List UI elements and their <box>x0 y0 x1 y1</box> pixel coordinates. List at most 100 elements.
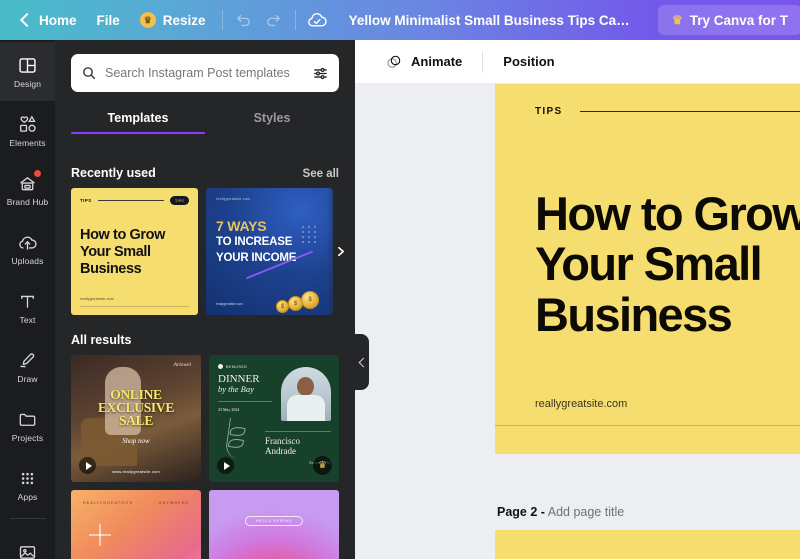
card-script-text: Shop now <box>122 437 150 445</box>
animate-circles-icon <box>387 55 401 68</box>
sidebar-item-text[interactable]: Text <box>0 278 55 337</box>
chevron-right-icon <box>337 246 344 257</box>
toolbar-divider <box>482 50 484 73</box>
position-button[interactable]: Position <box>493 47 564 77</box>
recently-used-header: Recently used See all <box>55 148 355 188</box>
sidebar-item-draw[interactable]: Draw <box>0 337 55 396</box>
template-card-7-ways-income[interactable]: reallygreatsite.com 7 WAYS TO INCREASE Y… <box>206 188 333 315</box>
sidebar-item-apps[interactable]: Apps <box>0 455 55 514</box>
sidebar-item-uploads[interactable]: Uploads <box>0 219 55 278</box>
sidebar-label-apps: Apps <box>17 491 38 502</box>
page-rule <box>580 111 800 112</box>
person-photo <box>281 367 331 421</box>
card-pill: HELLO SPRING <box>244 516 304 526</box>
search-section <box>55 40 355 92</box>
crown-glyph: ♛ <box>143 14 152 25</box>
top-bar: Home File ♛ Resize Yellow Minimalist Sma… <box>0 0 800 40</box>
page-kicker[interactable]: TIPS <box>535 106 562 117</box>
sidebar-item-overflow[interactable] <box>0 523 55 559</box>
position-label: Position <box>503 54 555 69</box>
page-1-content: TIPS How to Grow Your Small Business rea… <box>495 84 800 454</box>
design-page-2[interactable]: 01 <box>495 530 800 559</box>
page-1-header: TIPS <box>535 106 800 117</box>
notification-badge <box>34 170 41 177</box>
see-all-link[interactable]: See all <box>303 168 339 180</box>
card-line3: SALE <box>118 412 154 428</box>
tab-templates[interactable]: Templates <box>71 104 205 134</box>
sidebar-label-projects: Projects <box>11 432 44 443</box>
uploads-icon <box>19 236 37 250</box>
sidebar-item-design[interactable]: Design <box>0 42 55 101</box>
resize-button[interactable]: ♛ Resize <box>130 6 216 34</box>
card-kicker: TIPS <box>80 198 92 203</box>
page-heading[interactable]: How to Grow Your Small Business <box>535 188 800 340</box>
try-canva-pro-button[interactable]: ♛ Try Canva for T <box>657 5 800 35</box>
sidebar-label-elements: Elements <box>9 137 46 148</box>
panel-collapse-handle[interactable] <box>355 334 369 390</box>
page-2-title-placeholder[interactable]: Add page title <box>548 505 624 519</box>
recently-used-row: TIPS TIPS How to Grow Your Small Busines… <box>55 188 355 315</box>
recently-used-title: Recently used <box>71 166 156 180</box>
canva-editor-window: Home File ♛ Resize Yellow Minimalist Sma… <box>0 0 800 559</box>
card-brand-label: BEMUSED <box>226 364 248 369</box>
redo-button[interactable] <box>259 5 289 35</box>
card-top-note: reallygreatsite.com <box>216 197 251 201</box>
resize-label: Resize <box>162 12 206 28</box>
sidebar-item-projects[interactable]: Projects <box>0 396 55 455</box>
coin-decor: $ <box>301 291 319 309</box>
design-icon <box>19 57 36 73</box>
template-card-how-to-grow[interactable]: TIPS TIPS How to Grow Your Small Busines… <box>71 188 198 315</box>
coin-decor: $ <box>276 300 289 313</box>
sparkle-decor <box>89 524 111 546</box>
all-results-grid: Arlowel ONLINE EXCLUSIVE SALE Shop now w… <box>55 355 355 559</box>
sidebar-label-design: Design <box>13 78 42 89</box>
home-label: Home <box>39 12 77 28</box>
document-title[interactable]: Yellow Minimalist Small Business Tips Ca… <box>340 8 640 33</box>
card-pill: TIPS <box>170 196 189 205</box>
animate-label: Animate <box>411 54 463 69</box>
all-results-title: All results <box>71 333 132 347</box>
page-footer-rule <box>495 425 800 426</box>
page-2-title-row[interactable]: Page 2 - Add page title <box>497 505 624 519</box>
card-rule <box>97 200 164 201</box>
file-menu-button[interactable]: File <box>87 6 130 34</box>
play-icon[interactable] <box>217 457 234 474</box>
play-icon[interactable] <box>79 457 96 474</box>
undo-button[interactable] <box>229 5 259 35</box>
recently-used-next-button[interactable] <box>327 188 353 315</box>
sidebar-item-elements[interactable]: Elements <box>0 101 55 160</box>
cloud-saved-icon <box>307 13 327 27</box>
design-page-1[interactable]: TIPS How to Grow Your Small Business rea… <box>495 84 800 454</box>
filter-sliders-icon[interactable] <box>312 65 329 82</box>
search-input[interactable] <box>105 66 304 80</box>
editor-toolbar: Animate Position <box>355 40 800 84</box>
template-card-dinner-by-the-bay[interactable]: BEMUSED DINNER by the Bay 23 May 2024 Fr… <box>209 355 339 482</box>
template-card-online-exclusive-sale[interactable]: Arlowel ONLINE EXCLUSIVE SALE Shop now w… <box>71 355 201 482</box>
search-box[interactable] <box>71 54 339 92</box>
search-icon <box>83 67 96 80</box>
template-card-orange-gradient[interactable]: REALLYGREATSITE ANYWHERE <box>71 490 201 559</box>
page-url[interactable]: reallygreatsite.com <box>535 398 627 410</box>
animate-button[interactable]: Animate <box>375 47 472 77</box>
crown-icon: ♛ <box>139 12 156 28</box>
canvas-area[interactable]: TIPS How to Grow Your Small Business rea… <box>355 84 800 559</box>
cloud-saved-button[interactable] <box>302 5 332 35</box>
card-url: reallygreatsite.com <box>80 297 114 301</box>
category-chips: Spring Ramadan Quote Ramadhan <box>55 134 355 148</box>
card-person-name: Francisco Andrade <box>265 431 331 456</box>
draw-icon <box>20 353 35 368</box>
card-footer-rule <box>80 306 189 307</box>
card-left-note: REALLYGREATSITE <box>83 501 134 505</box>
panel-tabs: Templates Styles <box>55 104 355 134</box>
sidebar-label-brand-hub: Brand Hub <box>6 196 49 207</box>
coin-decor: $ <box>288 296 303 311</box>
undo-icon <box>237 14 250 26</box>
template-card-pink-gradient[interactable]: HELLO SPRING <box>209 490 339 559</box>
sidebar-item-brand-hub[interactable]: Brand Hub <box>0 160 55 219</box>
crown-icon: ♛ <box>671 13 683 27</box>
image-icon <box>19 546 36 559</box>
back-button[interactable]: Home <box>8 6 87 34</box>
card-right-note: ANYWHERE <box>159 501 189 505</box>
tab-styles[interactable]: Styles <box>205 104 339 134</box>
page-2-number: Page 2 - <box>497 505 545 519</box>
